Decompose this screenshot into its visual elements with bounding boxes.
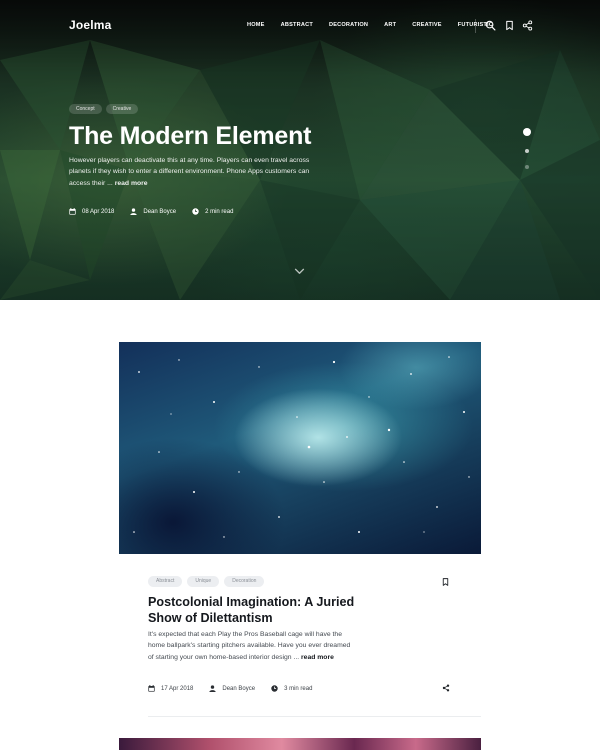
chevron-down-icon[interactable]: [294, 268, 305, 275]
bookmark-icon[interactable]: [441, 577, 450, 587]
share-icon[interactable]: [442, 684, 450, 692]
calendar-icon: [148, 685, 155, 692]
menu-item-art[interactable]: ART: [384, 22, 396, 28]
post-image[interactable]: [119, 342, 481, 554]
post-author: Dean Boyce: [209, 685, 255, 692]
menu-item-abstract[interactable]: ABSTRACT: [281, 22, 313, 28]
post-read-more-link[interactable]: read more: [301, 654, 334, 661]
hero-tag[interactable]: Creative: [105, 104, 139, 114]
user-icon: [130, 208, 138, 215]
post-excerpt: It's expected that each Play the Pros Ba…: [148, 629, 354, 663]
hero-excerpt-text: However players can deactivate this at a…: [69, 157, 310, 187]
slider-dot-active[interactable]: [523, 128, 531, 136]
clock-icon: [271, 685, 278, 692]
hero-tag[interactable]: Concept: [69, 104, 102, 114]
post-date: 17 Apr 2018: [148, 685, 193, 692]
post-tag[interactable]: Unique: [187, 576, 220, 587]
hero-section: Joelma HOME ABSTRACT DECORATION ART CREA…: [0, 0, 600, 300]
post-tag[interactable]: Decoration: [224, 576, 265, 587]
hero-read-time: 2 min read: [192, 208, 233, 215]
post-author-name[interactable]: Dean Boyce: [222, 686, 255, 692]
hero-author-name[interactable]: Dean Boyce: [143, 209, 176, 215]
menu-item-decoration[interactable]: DECORATION: [329, 22, 368, 28]
hero-author: Dean Boyce: [130, 208, 176, 215]
nebula-stars: [133, 356, 470, 538]
search-icon[interactable]: [485, 20, 496, 31]
post-date-text: 17 Apr 2018: [161, 685, 194, 692]
calendar-icon: [69, 208, 76, 215]
share-icon[interactable]: [522, 20, 533, 31]
nav-divider: [475, 19, 476, 33]
slider-dot[interactable]: [525, 149, 529, 153]
post-tags: Abstract Unique Decoration: [148, 576, 269, 587]
post-read-time: 3 min read: [271, 685, 312, 692]
post-read-time-text: 3 min read: [284, 685, 313, 692]
hero-read-time-text: 2 min read: [205, 208, 234, 215]
hero-date: 08 Apr 2018: [69, 208, 114, 215]
post-tag[interactable]: Abstract: [148, 576, 183, 587]
menu-item-home[interactable]: HOME: [247, 22, 265, 28]
post-title[interactable]: Postcolonial Imagination: A Juried Show …: [148, 595, 388, 626]
hero-tags: Concept Creative: [69, 104, 142, 114]
hero-excerpt: However players can deactivate this at a…: [69, 155, 321, 189]
hero-title[interactable]: The Modern Element: [69, 122, 311, 151]
bookmark-icon[interactable]: [504, 20, 515, 31]
menu-item-creative[interactable]: CREATIVE: [412, 22, 441, 28]
slider-dot[interactable]: [525, 165, 529, 169]
post-meta: 17 Apr 2018 Dean Boyce 3 min read: [148, 685, 328, 692]
user-icon: [209, 685, 217, 692]
clock-icon: [192, 208, 199, 215]
hero-meta: 08 Apr 2018 Dean Boyce 2 min read: [69, 208, 249, 215]
top-navigation: Joelma HOME ABSTRACT DECORATION ART CREA…: [0, 0, 600, 52]
site-logo[interactable]: Joelma: [69, 18, 112, 32]
main-menu: HOME ABSTRACT DECORATION ART CREATIVE FU…: [247, 22, 509, 28]
hero-date-text: 08 Apr 2018: [82, 208, 115, 215]
next-post-image[interactable]: [119, 738, 481, 750]
hero-read-more-link[interactable]: read more: [115, 180, 148, 187]
post-divider: [148, 716, 481, 717]
